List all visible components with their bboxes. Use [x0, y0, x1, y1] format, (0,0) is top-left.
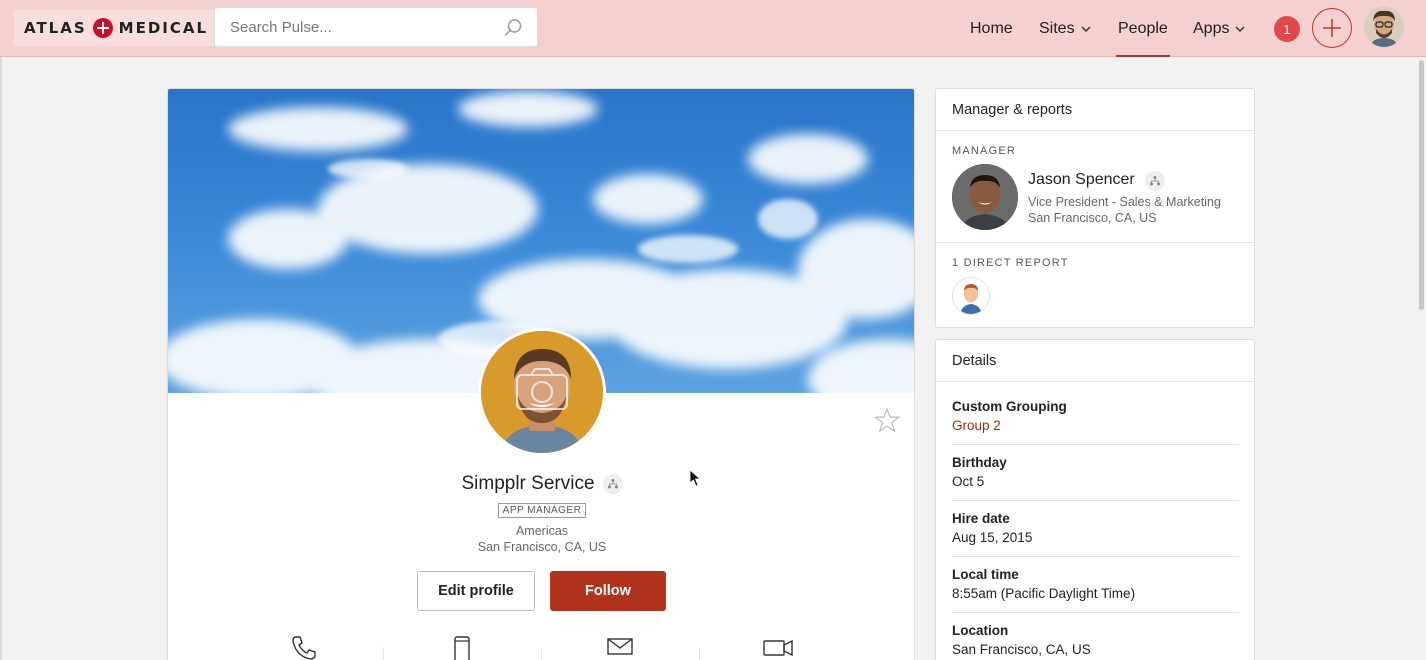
- profile-name-row: Simpplr Service: [168, 473, 914, 495]
- user-avatar[interactable]: [1364, 7, 1404, 47]
- org-chart-icon[interactable]: [1145, 171, 1165, 191]
- profile-card: Simpplr Service APP MANAGER Americas San…: [167, 88, 915, 660]
- role-badge: APP MANAGER: [497, 503, 587, 518]
- logo-text-left: ATLAS: [24, 19, 87, 37]
- favorite-star-icon[interactable]: [873, 407, 901, 438]
- detail-label: Location: [952, 623, 1009, 638]
- medical-cross-icon: [92, 18, 113, 38]
- detail-hire-date: Hire date Aug 15, 2015: [952, 511, 1239, 545]
- search-input[interactable]: [215, 8, 485, 46]
- mouse-cursor-icon: [689, 469, 702, 492]
- nav-sites[interactable]: Sites: [1039, 0, 1091, 57]
- top-bar: ATLAS MEDICAL Home Sites People Apps 1: [0, 0, 1426, 57]
- manager-title: Vice President - Sales & Marketing: [1028, 195, 1221, 209]
- contact-divider: [383, 647, 384, 660]
- create-button[interactable]: [1312, 8, 1352, 48]
- nav-apps-label: Apps: [1193, 19, 1230, 37]
- detail-divider: [952, 556, 1239, 557]
- detail-divider: [952, 612, 1239, 613]
- details-panel: Details Custom Grouping Group 2 Birthday…: [935, 339, 1255, 660]
- detail-value: Aug 15, 2015: [952, 530, 1033, 545]
- chevron-down-icon: [1081, 25, 1091, 32]
- profile-name: Simpplr Service: [461, 473, 595, 494]
- nav-apps[interactable]: Apps: [1193, 0, 1245, 57]
- org-chart-icon[interactable]: [602, 474, 623, 494]
- detail-value: 8:55am (Pacific Daylight Time): [952, 586, 1136, 601]
- panel-divider: [936, 242, 1254, 243]
- details-panel-title: Details: [936, 340, 1254, 382]
- search-box: [214, 7, 538, 47]
- detail-local-time: Local time 8:55am (Pacific Daylight Time…: [952, 567, 1239, 601]
- detail-label: Hire date: [952, 511, 1010, 526]
- manager-panel-title: Manager & reports: [936, 89, 1254, 131]
- contact-divider: [699, 647, 700, 660]
- detail-value: Oct 5: [952, 474, 985, 489]
- detail-label: Custom Grouping: [952, 399, 1067, 414]
- contact-divider: [541, 647, 542, 660]
- detail-divider: [952, 500, 1239, 501]
- atlas-medical-logo[interactable]: ATLAS MEDICAL: [14, 10, 219, 46]
- phone-icon[interactable]: [284, 634, 324, 660]
- detail-location: Location San Francisco, CA, US: [952, 623, 1239, 657]
- detail-custom-grouping: Custom Grouping Group 2: [952, 399, 1239, 433]
- notification-badge[interactable]: 1: [1274, 16, 1300, 42]
- chevron-down-icon: [1235, 25, 1245, 32]
- detail-divider: [952, 444, 1239, 445]
- role-badge-row: APP MANAGER: [168, 503, 914, 518]
- logo-text-right: MEDICAL: [118, 19, 209, 37]
- manager-name[interactable]: Jason Spencer: [1028, 171, 1135, 189]
- detail-label: Local time: [952, 567, 1019, 582]
- detail-value: San Francisco, CA, US: [952, 642, 1091, 657]
- profile-location: San Francisco, CA, US: [477, 540, 607, 554]
- page-edge: [0, 57, 2, 660]
- profile-region: Americas: [515, 524, 569, 538]
- edit-profile-button[interactable]: Edit profile: [417, 571, 535, 611]
- nav-home-label: Home: [970, 19, 1013, 37]
- nav-home[interactable]: Home: [970, 0, 1013, 57]
- mobile-icon[interactable]: [442, 634, 482, 660]
- profile-photo[interactable]: [478, 328, 606, 456]
- direct-report-caption: 1 DIRECT REPORT: [952, 257, 1069, 269]
- manager-photo[interactable]: [952, 164, 1018, 230]
- video-icon[interactable]: [758, 634, 798, 660]
- manager-caption: MANAGER: [952, 145, 1017, 157]
- email-icon[interactable]: [600, 634, 640, 660]
- detail-birthday: Birthday Oct 5: [952, 455, 1239, 489]
- direct-report-avatar[interactable]: [952, 277, 990, 315]
- plus-icon: [1323, 19, 1341, 37]
- manager-location: San Francisco, CA, US: [1028, 211, 1157, 225]
- nav-people-label: People: [1118, 19, 1168, 37]
- nav-sites-label: Sites: [1039, 19, 1075, 37]
- manager-reports-panel: Manager & reports MANAGER Jason Spencer …: [935, 88, 1255, 328]
- follow-button[interactable]: Follow: [550, 571, 666, 611]
- detail-label: Birthday: [952, 455, 1007, 470]
- search-icon[interactable]: [503, 18, 523, 43]
- scrollbar[interactable]: [1419, 60, 1424, 310]
- nav-people[interactable]: People: [1116, 0, 1170, 57]
- detail-value-link[interactable]: Group 2: [952, 418, 1239, 433]
